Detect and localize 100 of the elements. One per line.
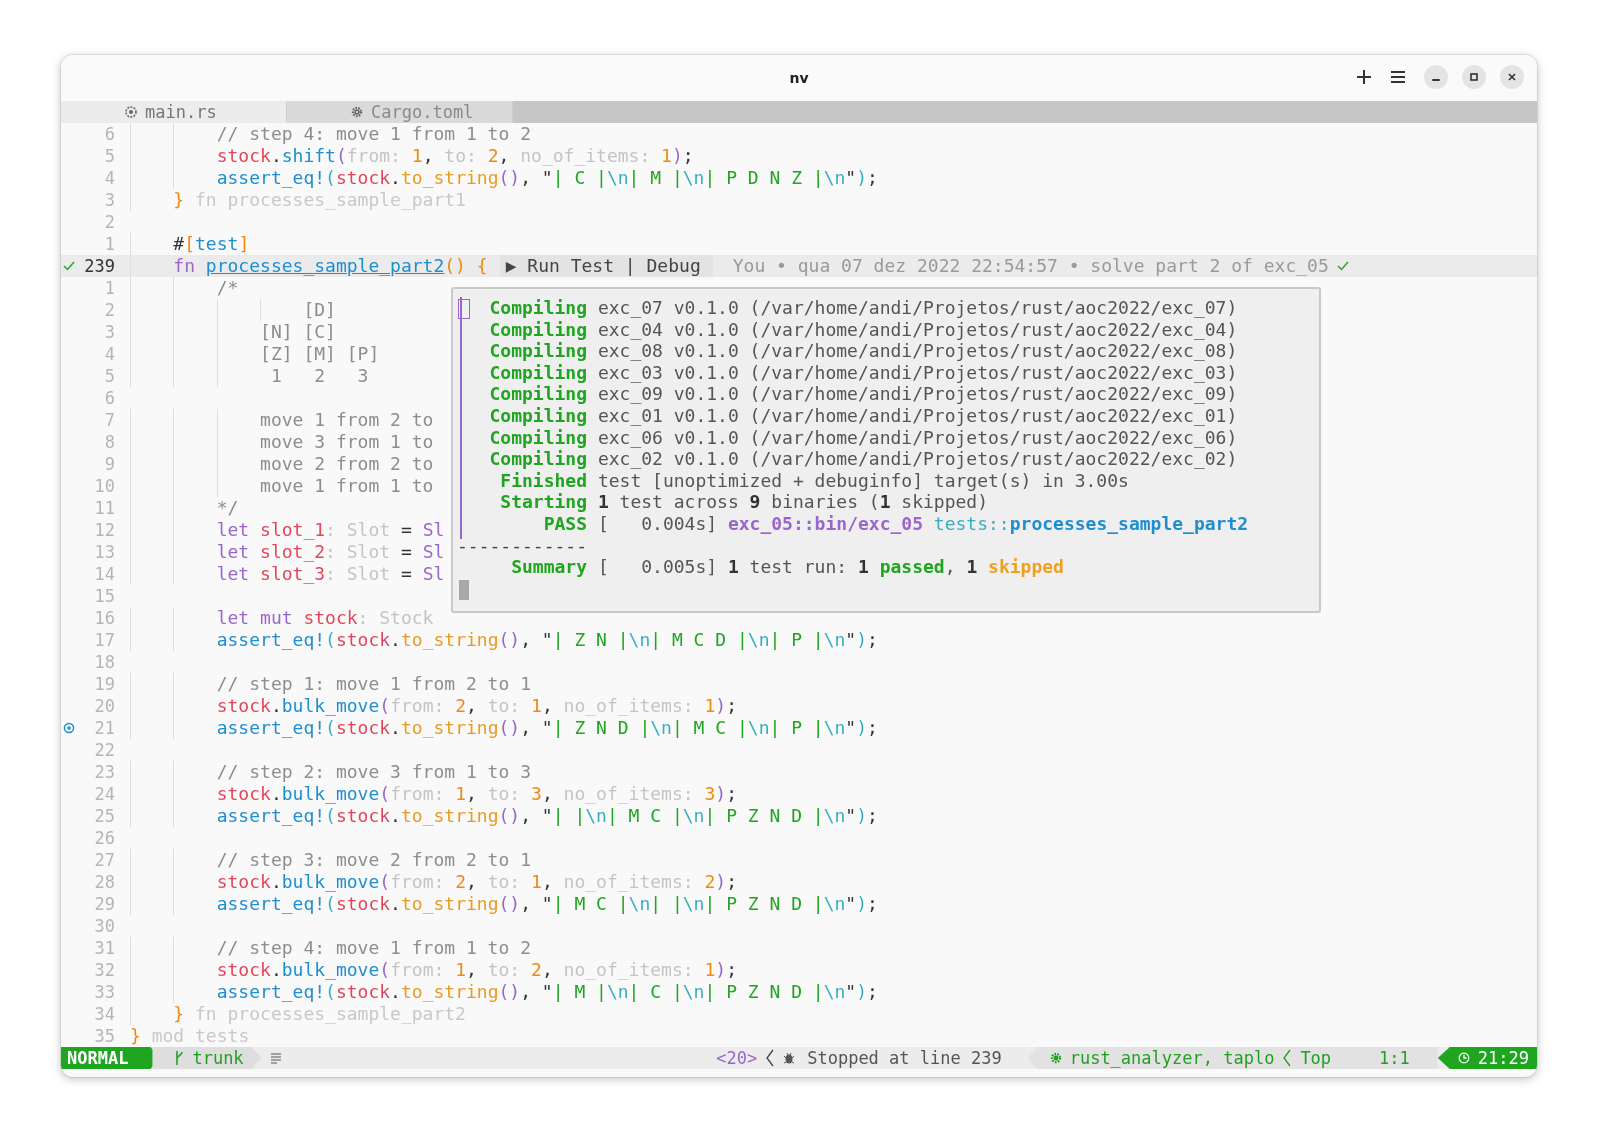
line-number: 14 bbox=[93, 563, 115, 585]
code-line: // step 4: move 1 from 1 to 2 bbox=[215, 123, 531, 145]
line-number: 8 bbox=[103, 431, 115, 453]
gear-icon bbox=[1049, 1052, 1062, 1064]
output-line: Compiling exc_09 v0.1.0 (/var/home/andi/Projetos/rust/aoc2022/exc_09) bbox=[488, 383, 1239, 405]
line-number: 6 bbox=[103, 387, 115, 409]
line-number: 19 bbox=[93, 673, 115, 695]
output-line: Compiling exc_01 v0.1.0 (/var/home/andi/Projetos/rust/aoc2022/exc_01) bbox=[488, 404, 1239, 427]
line-number: 23 bbox=[93, 761, 115, 783]
breakpoint-icon[interactable] bbox=[63, 722, 75, 734]
cog-circle-icon bbox=[125, 106, 137, 118]
code-line: assert_eq!(stock.to_string(), "| M |\n| C |\n| P Z N D |\n"); bbox=[215, 981, 878, 1003]
file-tab[interactable]: Cargo.toml bbox=[287, 101, 513, 123]
output-line: Compiling exc_02 v0.1.0 (/var/home/andi/Projetos/rust/aoc2022/exc_02) bbox=[488, 448, 1239, 470]
line-number: 3 bbox=[103, 189, 115, 211]
debug-status: Stopped at line 239 bbox=[807, 1048, 1002, 1068]
code-line: assert_eq!(stock.to_string(), "| Z N |\n| M C D |\n| P |\n"); bbox=[215, 629, 878, 651]
add-icon[interactable] bbox=[1356, 69, 1372, 85]
line-number: 33 bbox=[93, 981, 115, 1003]
line-number: 12 bbox=[93, 519, 115, 541]
line-number: 21 bbox=[93, 717, 115, 739]
line-number: 31 bbox=[93, 937, 115, 959]
line-number: 4 bbox=[103, 167, 115, 189]
close-icon bbox=[1507, 72, 1517, 82]
line-number: 32 bbox=[93, 959, 115, 981]
code-line: move 2 from 2 to bbox=[259, 453, 434, 475]
line-number: 1 bbox=[103, 277, 115, 299]
code-line: assert_eq!(stock.to_string(), "| Z N D |\n| M C |\n| P |\n"); bbox=[215, 717, 878, 739]
line-number: 6 bbox=[103, 123, 115, 145]
branch-name: trunk bbox=[192, 1048, 244, 1068]
line-number: 17 bbox=[93, 629, 115, 651]
code-line: move 3 from 1 to bbox=[259, 431, 434, 453]
code-line: move 1 from 2 to bbox=[259, 409, 434, 431]
code-line: assert_eq!(stock.to_string(), "| |\n| M C |\n| P Z N D |\n"); bbox=[215, 805, 878, 827]
terminal-cursor bbox=[459, 579, 469, 600]
line-number: 26 bbox=[93, 827, 115, 849]
line-number: 34 bbox=[93, 1003, 115, 1025]
line-number: 2 bbox=[103, 211, 115, 233]
maximize-button[interactable] bbox=[1462, 65, 1486, 89]
minimize-icon bbox=[1432, 79, 1440, 81]
output-line: Compiling exc_08 v0.1.0 (/var/home/andi/Projetos/rust/aoc2022/exc_08) bbox=[488, 340, 1239, 362]
output-line: Compiling exc_04 v0.1.0 (/var/home/andi/Projetos/rust/aoc2022/exc_04) bbox=[488, 318, 1239, 341]
line-number: 29 bbox=[93, 893, 115, 915]
output-line: Starting 1 test across 9 binaries (1 skipped) bbox=[499, 491, 990, 513]
line-number: 18 bbox=[93, 651, 115, 673]
line-number: 24 bbox=[93, 783, 115, 805]
line-number: 9 bbox=[103, 453, 115, 475]
minimize-button[interactable] bbox=[1424, 65, 1448, 89]
menu-icon[interactable] bbox=[1390, 70, 1406, 84]
code-line: move 1 from 1 to bbox=[259, 475, 434, 497]
code-line: // step 3: move 2 from 2 to 1 bbox=[215, 849, 531, 871]
clock-icon bbox=[1457, 1052, 1470, 1064]
clock-time: 21:29 bbox=[1477, 1048, 1529, 1068]
line-number: 28 bbox=[93, 871, 115, 893]
maximize-icon bbox=[1469, 72, 1479, 82]
close-button[interactable] bbox=[1500, 65, 1524, 89]
file-tab[interactable]: main.rs bbox=[61, 101, 287, 123]
code-lens[interactable]: ▶ Run Test | Debug bbox=[499, 255, 713, 277]
line-number: 11 bbox=[93, 497, 115, 519]
lsp-clients: rust_analyzer, taplo bbox=[1069, 1048, 1275, 1068]
line-number: 1 bbox=[103, 233, 115, 255]
code-line: // step 2: move 3 from 1 to 3 bbox=[215, 761, 531, 783]
line-number: 15 bbox=[93, 585, 115, 607]
line-number: 30 bbox=[93, 915, 115, 937]
code-line: assert_eq!(stock.to_string(), "| C |\n| M |\n| P D N Z |\n"); bbox=[215, 167, 878, 189]
git-blame-text: You • qua 07 dez 2022 22:54:57 • solve part 2 of exc_05 bbox=[732, 255, 1329, 277]
line-number: 5 bbox=[103, 145, 115, 167]
line-number: 3 bbox=[103, 321, 115, 343]
line-number: 27 bbox=[93, 849, 115, 871]
line-number: 4 bbox=[103, 343, 115, 365]
line-number: 7 bbox=[103, 409, 115, 431]
bug-icon bbox=[783, 1051, 796, 1065]
code-line: [D] bbox=[302, 299, 336, 321]
code-line: #[test] bbox=[172, 233, 250, 255]
line-number: 10 bbox=[93, 475, 115, 497]
line-number: 5 bbox=[103, 365, 115, 387]
code-line: /* bbox=[215, 277, 239, 299]
code-line: [Z] [M] [P] bbox=[259, 343, 380, 365]
line-number: 35 bbox=[93, 1025, 115, 1047]
code-line: assert_eq!(stock.to_string(), "| M C |\n| |\n| P Z N D |\n"); bbox=[215, 893, 878, 915]
window-title: nv bbox=[789, 70, 809, 86]
code-line: 1 2 3 bbox=[269, 365, 369, 387]
output-line: PASS [ 0.004s] exc_05::bin/exc_05 tests::processes_sample_part2 bbox=[542, 512, 1250, 535]
branch-icon bbox=[174, 1050, 185, 1066]
scroll-position: Top bbox=[1300, 1048, 1332, 1068]
output-line: Compiling exc_06 v0.1.0 (/var/home/andi/Projetos/rust/aoc2022/exc_06) bbox=[488, 426, 1239, 449]
chevron-icon bbox=[1282, 1049, 1293, 1067]
code-line: [N] [C] bbox=[259, 321, 336, 343]
line-number: 2 bbox=[103, 299, 115, 321]
code-line: // step 1: move 1 from 2 to 1 bbox=[215, 673, 531, 695]
output-line: Summary [ 0.005s] 1 test run: 1 passed, 1 skipped bbox=[510, 556, 1065, 578]
code-line: fn processes_sample_part2() { bbox=[172, 255, 488, 277]
gear-icon bbox=[351, 106, 363, 118]
chevron-icon bbox=[765, 1049, 776, 1067]
line-number: 22 bbox=[93, 739, 115, 761]
output-line: Finished test [unoptimized + debuginfo] target(s) in 3.00s bbox=[499, 469, 1130, 492]
code-line: // step 4: move 1 from 1 to 2 bbox=[215, 937, 531, 959]
lsp-status-text: <20> bbox=[716, 1048, 758, 1068]
output-line: Compiling exc_07 v0.1.0 (/var/home/andi/Projetos/rust/aoc2022/exc_07) bbox=[488, 297, 1239, 319]
output-rule: ------------ bbox=[457, 534, 589, 557]
